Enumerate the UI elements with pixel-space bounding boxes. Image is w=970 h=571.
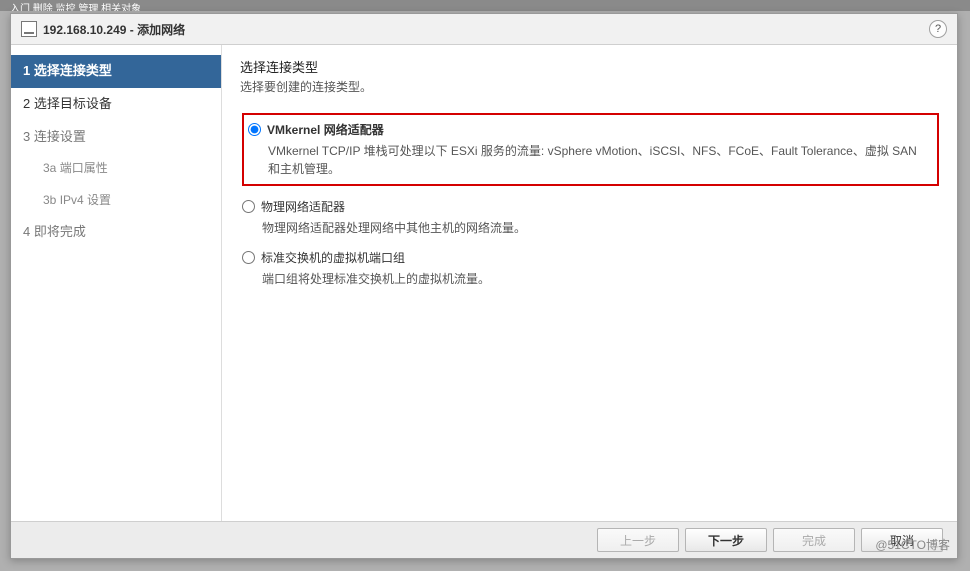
finish-button: 完成	[773, 528, 855, 552]
dialog-titlebar: 192.168.10.249 - 添加网络 ?	[11, 14, 957, 45]
help-icon[interactable]: ?	[929, 20, 947, 38]
host-icon	[21, 21, 37, 37]
add-network-dialog: 192.168.10.249 - 添加网络 ? 1 选择连接类型2 选择目标设备…	[10, 13, 958, 559]
wizard-content: 选择连接类型 选择要创建的连接类型。 VMkernel 网络适配器VMkerne…	[222, 45, 957, 521]
wizard-step-3a[interactable]: 3a 端口属性	[11, 153, 221, 184]
wizard-step-label: IPv4 设置	[60, 193, 111, 207]
wizard-step-label: 即将完成	[34, 224, 86, 239]
opt-physical-label: 物理网络适配器	[261, 198, 345, 215]
opt-vmkernel-label: VMkernel 网络适配器	[267, 121, 384, 138]
dialog-footer: 上一步 下一步 完成 取消	[11, 521, 957, 558]
title-suffix: - 添加网络	[126, 23, 185, 37]
wizard-step-2[interactable]: 2 选择目标设备	[11, 88, 221, 121]
wizard-step-label: 选择目标设备	[34, 96, 112, 111]
highlighted-option-box: VMkernel 网络适配器 VMkernel TCP/IP 堆栈可处理以下 ES…	[242, 113, 939, 186]
content-subheading: 选择要创建的连接类型。	[240, 78, 939, 95]
wizard-step-label: 连接设置	[34, 129, 86, 144]
connection-type-options: VMkernel 网络适配器 VMkernel TCP/IP 堆栈可处理以下 ES…	[242, 113, 939, 288]
opt-portgroup-radio[interactable]	[242, 251, 255, 264]
wizard-step-label: 选择连接类型	[34, 63, 112, 78]
opt-portgroup-desc: 端口组将处理标准交换机上的虚拟机流量。	[262, 270, 939, 288]
opt-vmkernel-desc: VMkernel TCP/IP 堆栈可处理以下 ESXi 服务的流量: vSph…	[268, 142, 929, 178]
back-button: 上一步	[597, 528, 679, 552]
opt-vmkernel[interactable]: VMkernel 网络适配器 VMkernel TCP/IP 堆栈可处理以下 ES…	[242, 113, 939, 186]
cancel-button[interactable]: 取消	[861, 528, 943, 552]
wizard-step-4[interactable]: 4 即将完成	[11, 216, 221, 249]
opt-portgroup[interactable]: 标准交换机的虚拟机端口组端口组将处理标准交换机上的虚拟机流量。	[242, 249, 939, 288]
opt-physical-desc: 物理网络适配器处理网络中其他主机的网络流量。	[262, 219, 939, 237]
top-tabs-text: 入门 删除 监控 管理 相关对象	[10, 4, 141, 11]
parent-tab-strip: 入门 删除 监控 管理 相关对象	[0, 0, 970, 11]
opt-physical-radio[interactable]	[242, 200, 255, 213]
opt-vmkernel-radio[interactable]	[248, 123, 261, 136]
title-host-ip: 192.168.10.249	[43, 23, 126, 37]
wizard-step-label: 端口属性	[60, 161, 108, 175]
wizard-step-3[interactable]: 3 连接设置	[11, 121, 221, 154]
next-button[interactable]: 下一步	[685, 528, 767, 552]
opt-physical[interactable]: 物理网络适配器物理网络适配器处理网络中其他主机的网络流量。	[242, 198, 939, 237]
content-heading: 选择连接类型	[240, 57, 939, 76]
wizard-sidebar: 1 选择连接类型2 选择目标设备3 连接设置3a 端口属性3b IPv4 设置4…	[11, 45, 222, 521]
opt-portgroup-label: 标准交换机的虚拟机端口组	[261, 249, 405, 266]
wizard-step-3b[interactable]: 3b IPv4 设置	[11, 185, 221, 216]
wizard-step-1[interactable]: 1 选择连接类型	[11, 55, 221, 88]
